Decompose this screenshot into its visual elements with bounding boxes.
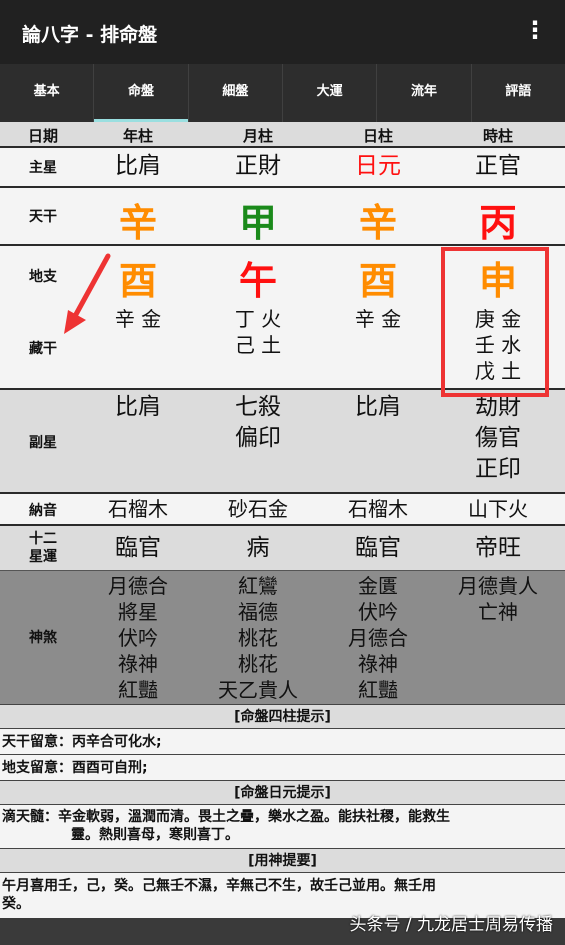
spirit-item: 桃花 — [238, 652, 278, 676]
stem-note-row: 天干留意：丙辛合可化水; — [0, 728, 565, 754]
tab-luck-pillars[interactable]: 大運 — [281, 64, 376, 122]
spirits-label: 神煞 — [29, 630, 57, 646]
tab-detail[interactable]: 細盤 — [187, 64, 282, 122]
spirit-item: 伏吟 — [358, 600, 398, 624]
pillar-day-header: 日柱 — [362, 127, 393, 145]
chart-table: 日期 年柱 月柱 日柱 時柱 主星 比肩 正財 日元 正官 天干 辛 甲 辛 丙… — [0, 122, 565, 945]
branch-note-row: 地支留意：酉酉可自刑; — [0, 754, 565, 780]
branch-day: 酉 — [358, 258, 397, 303]
stem-month: 甲 — [238, 200, 277, 245]
hidden-stems-label: 藏干 — [29, 341, 57, 357]
tab-bar: 基本 命盤 細盤 大運 流年 評語 — [0, 64, 565, 122]
spirit-item: 將星 — [118, 600, 158, 624]
spirits-month: 紅鸞 福德 桃花 桃花 天乙貴人 — [198, 573, 318, 703]
stage-month: 病 — [246, 535, 270, 561]
ditiansui-line1: 滴天髓：辛金軟弱，溫潤而清。畏土之疊，樂水之盈。能扶社稷，能救生 — [2, 809, 450, 825]
main-star-row: 主星 比肩 正財 日元 正官 — [0, 146, 565, 186]
sub-star-label: 副星 — [29, 435, 57, 451]
spirit-item: 天乙貴人 — [218, 678, 298, 702]
nayin-label: 納音 — [29, 503, 57, 519]
spirit-item: 金匱 — [358, 574, 398, 598]
four-pillars-notes-header: [命盤四柱提示] — [0, 704, 565, 728]
stage-year: 臨官 — [115, 535, 161, 561]
nayin-day: 石榴木 — [348, 497, 408, 521]
hidden-stem-item: 己 土 — [234, 333, 282, 357]
sub-star-item: 七殺 — [235, 394, 281, 420]
heavenly-stem-row: 天干 辛 甲 辛 丙 — [0, 186, 565, 245]
spirit-item: 月德合 — [108, 574, 168, 598]
app-title: 論八字 - 排命盤 — [22, 24, 158, 46]
date-label: 日期 — [27, 127, 58, 145]
spirit-item: 亡神 — [478, 600, 518, 624]
highlight-box — [441, 247, 549, 397]
heavenly-stem-label: 天干 — [29, 209, 57, 225]
tab-comments[interactable]: 評語 — [470, 64, 565, 122]
ditiansui-row: 滴天髓：辛金軟弱，溫潤而清。畏土之疊，樂水之盈。能扶社稷，能救生 靈。熱則喜母，… — [0, 804, 565, 848]
spirit-item: 祿神 — [118, 652, 158, 676]
pillar-hour-header: 時柱 — [482, 127, 513, 145]
stage-hour: 帝旺 — [475, 535, 521, 561]
sub-star-hour: 劫財 傷官 正印 — [438, 392, 558, 485]
main-star-day: 日元 — [355, 153, 401, 179]
tab-basic[interactable]: 基本 — [0, 64, 93, 122]
sub-star-item: 偏印 — [235, 425, 281, 451]
watermark: 头条号 / 九龙居士周易传播 — [349, 915, 553, 935]
spirit-item: 桃花 — [238, 626, 278, 650]
hidden-stems-day: 辛 金 — [318, 306, 438, 332]
yongshen-line1: 午月喜用壬，己，癸。己無壬不濕，辛無己不生，故壬己並用。無壬用 — [2, 878, 436, 894]
sub-star-item: 比肩 — [355, 394, 401, 420]
column-header-row: 日期 年柱 月柱 日柱 時柱 — [0, 122, 565, 146]
stem-note: 天干留意：丙辛合可化水; — [2, 734, 162, 750]
twelve-stages-row: 十二 星運 臨官 病 臨官 帝旺 — [0, 524, 565, 570]
spirit-item: 伏吟 — [118, 626, 158, 650]
spirit-item: 紅鸞 — [238, 574, 278, 598]
main-star-label: 主星 — [29, 160, 57, 176]
main-star-hour: 正官 — [475, 153, 521, 179]
nayin-year: 石榴木 — [108, 497, 168, 521]
hidden-stem-item: 辛 金 — [354, 307, 402, 331]
more-vert-icon[interactable]: ⋮ — [523, 16, 547, 44]
tab-annual[interactable]: 流年 — [376, 64, 470, 122]
sub-star-row: 副星 比肩 七殺 偏印 比肩 劫財 傷官 正印 — [0, 388, 565, 492]
nayin-month: 砂石金 — [228, 497, 288, 521]
yongshen-line2: 癸。 — [2, 896, 30, 912]
ditiansui-line2: 靈。熱則喜母，寒則喜丁。 — [71, 827, 239, 843]
annotation-arrow-icon — [64, 253, 111, 334]
spirit-item: 紅豔 — [118, 678, 158, 702]
spirit-item: 紅豔 — [358, 678, 398, 702]
sub-star-month: 七殺 偏印 — [198, 392, 318, 454]
nayin-row: 納音 石榴木 砂石金 石榴木 山下火 — [0, 492, 565, 524]
nayin-hour: 山下火 — [468, 497, 528, 521]
stage-day: 臨官 — [355, 535, 401, 561]
hidden-stems-month: 丁 火 己 土 — [198, 306, 318, 358]
spirit-item: 福德 — [238, 600, 278, 624]
sub-star-item: 正印 — [475, 456, 521, 482]
sub-star-item: 傷官 — [475, 425, 521, 451]
pillar-month-header: 月柱 — [242, 127, 273, 145]
twelve-stages-label: 十二 星運 — [29, 531, 57, 565]
stem-day: 辛 — [358, 200, 397, 245]
day-master-notes-header: [命盤日元提示] — [0, 780, 565, 804]
pillar-year-header: 年柱 — [122, 127, 153, 145]
yongshen-header: [用神提要] — [0, 848, 565, 872]
branch-note: 地支留意：酉酉可自刑; — [2, 760, 148, 776]
stem-hour: 丙 — [478, 200, 517, 245]
sub-star-item: 比肩 — [115, 394, 161, 420]
spirit-item: 月德貴人 — [458, 574, 538, 598]
hidden-stem-item: 丁 火 — [234, 307, 282, 331]
spirits-row: 神煞 月德合 將星 伏吟 祿神 紅豔 紅鸞 福德 桃花 桃花 天乙貴人 金匱 伏… — [0, 570, 565, 704]
spirits-hour: 月德貴人 亡神 — [438, 573, 558, 625]
sub-star-day: 比肩 — [318, 392, 438, 423]
spirits-year: 月德合 將星 伏吟 祿神 紅豔 — [78, 573, 198, 703]
stem-year: 辛 — [118, 200, 157, 245]
spirit-item: 月德合 — [348, 626, 408, 650]
app-bar: 論八字 - 排命盤 ⋮ — [0, 0, 565, 64]
sub-star-year: 比肩 — [78, 392, 198, 423]
spirit-item: 祿神 — [358, 652, 398, 676]
main-star-month: 正財 — [235, 153, 281, 179]
spirits-day: 金匱 伏吟 月德合 祿神 紅豔 — [318, 573, 438, 703]
main-star-year: 比肩 — [115, 153, 161, 179]
branch-month: 午 — [238, 258, 277, 303]
tab-chart[interactable]: 命盤 — [93, 64, 188, 122]
